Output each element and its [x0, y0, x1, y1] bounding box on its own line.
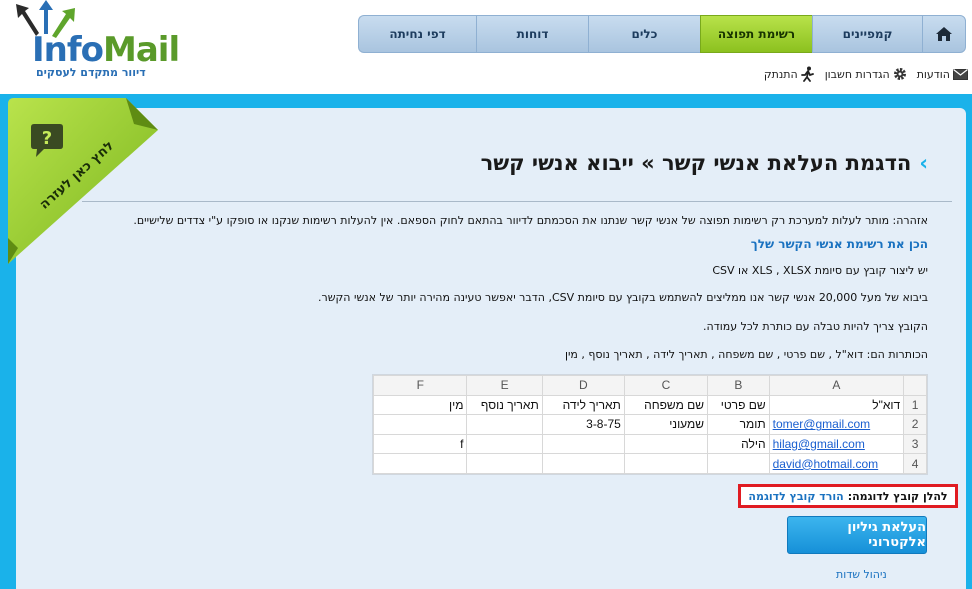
- download-sample-link[interactable]: הורד קובץ לדוגמה: [748, 490, 843, 503]
- tab-home[interactable]: [922, 15, 966, 53]
- cell-c4: [623, 453, 709, 474]
- gear-icon: [893, 68, 906, 80]
- cell-a2: tomer@gmail.com: [768, 414, 905, 435]
- page-title-text: הדגמת העלאת אנשי קשר » ייבוא אנשי קשר: [480, 151, 912, 175]
- cell-e3: [466, 433, 543, 455]
- cell-d4: [541, 453, 625, 474]
- col-letter-b: B: [707, 375, 770, 396]
- cell-d3: [541, 433, 625, 455]
- sample-spreadsheet-table: F E D C B A מין תאריך נוסף תאריך לידה שם…: [372, 375, 927, 474]
- manage-fields-link[interactable]: ניהול שדות: [836, 568, 887, 581]
- instruction-csv-recommendation: ביבוא של מעל 20,000 אנשי קשר אנו ממליצים…: [318, 291, 928, 304]
- envelope-icon: [953, 68, 968, 80]
- table-row: david@hotmail.com 4: [372, 453, 927, 474]
- row-number: 3: [903, 433, 927, 455]
- utility-links: הודעות הגדרות חשבון התנתק: [764, 66, 968, 82]
- col-letter-f: F: [372, 375, 468, 396]
- warning-text: אזהרה: מותר לעלות למערכת רק רשימות תפוצה…: [133, 214, 928, 227]
- chevron-left-icon: ›: [919, 151, 928, 175]
- account-settings-link[interactable]: הגדרות חשבון: [825, 67, 907, 81]
- row-number: 2: [903, 414, 927, 435]
- tab-mailing-list[interactable]: רשימת תפוצה: [700, 15, 812, 53]
- logo-word-info: Info: [32, 30, 104, 70]
- exit-running-icon: [800, 66, 814, 82]
- logo-word-mail: Mail: [103, 30, 180, 70]
- sample-file-label: להלן קובץ לדוגמה:: [847, 489, 948, 503]
- account-settings-label: הגדרות חשבון: [824, 67, 890, 81]
- table-row: מין תאריך נוסף תאריך לידה שם משפחה שם פר…: [372, 394, 927, 416]
- cell-a1: דוא"ל: [768, 394, 905, 416]
- cell-f1: מין: [372, 394, 468, 416]
- logout-label: התנתק: [763, 67, 798, 81]
- question-bubble-icon: ?: [31, 124, 63, 157]
- messages-label: הודעות: [916, 67, 950, 81]
- main-nav: קמפיינים רשימת תפוצה כלים דוחות דפי נחית…: [358, 15, 966, 53]
- title-divider: [82, 201, 952, 202]
- sample-file-box: להלן קובץ לדוגמה: הורד קובץ לדוגמה: [738, 484, 958, 508]
- cell-e2: [466, 414, 543, 435]
- cell-d1: תאריך לידה: [541, 394, 625, 416]
- tab-reports[interactable]: דוחות: [476, 15, 588, 53]
- row-number: 1: [903, 394, 927, 416]
- logo-tagline: דיוור מתקדם לעסקים: [36, 66, 146, 79]
- instruction-table-header: הקובץ צריך להיות טבלה עם כותרת לכל עמודה…: [703, 320, 928, 333]
- cell-f3: f: [372, 433, 468, 455]
- cell-b1: שם פרטי: [707, 394, 770, 416]
- sheet-corner: [903, 375, 927, 396]
- page-title: › הדגמת העלאת אנשי קשר » ייבוא אנשי קשר: [481, 151, 928, 175]
- col-letter-e: E: [466, 375, 543, 396]
- cell-b4: [707, 453, 770, 474]
- sample-spreadsheet-image: F E D C B A מין תאריך נוסף תאריך לידה שם…: [372, 374, 928, 475]
- column-letters-row: F E D C B A: [372, 375, 927, 396]
- tab-tools[interactable]: כלים: [588, 15, 700, 53]
- table-row: 3-8-75 שמעוני תומר tomer@gmail.com 2: [372, 414, 927, 435]
- instruction-column-titles: הכותרות הם: דוא"ל , שם פרטי , שם משפחה ,…: [564, 348, 928, 361]
- cell-a3: hilag@gmail.com: [768, 433, 905, 455]
- tab-landing-pages[interactable]: דפי נחיתה: [358, 15, 476, 53]
- table-row: f הילה hilag@gmail.com 3: [372, 433, 927, 455]
- cell-f2: [372, 414, 468, 435]
- header: InfoMail דיוור מתקדם לעסקים קמפיינים רשי…: [0, 0, 972, 94]
- svg-text:?: ?: [42, 128, 52, 149]
- col-letter-c: C: [623, 375, 709, 396]
- logo-wordmark: InfoMail: [32, 30, 180, 70]
- section-heading: הכן את רשימת אנשי הקשר שלך: [750, 237, 928, 251]
- content-panel: › הדגמת העלאת אנשי קשר » ייבוא אנשי קשר א…: [16, 108, 966, 589]
- cell-b2: תומר: [707, 414, 770, 435]
- instruction-file-types: יש ליצור קובץ עם סיומת XLS , XLSX או CSV: [712, 264, 928, 277]
- upload-spreadsheet-button[interactable]: העלאת גיליון אלקטרוני: [787, 516, 927, 554]
- home-icon: [936, 27, 952, 41]
- logout-link[interactable]: התנתק: [764, 66, 815, 82]
- cell-a4: david@hotmail.com: [768, 453, 905, 474]
- cell-b3: הילה: [707, 433, 770, 455]
- col-letter-d: D: [541, 375, 625, 396]
- messages-link[interactable]: הודעות: [917, 68, 968, 81]
- row-number: 4: [903, 453, 927, 474]
- cell-c1: שם משפחה: [623, 394, 709, 416]
- cell-d2: 3-8-75: [541, 414, 625, 435]
- tab-campaigns[interactable]: קמפיינים: [812, 15, 922, 53]
- cell-e4: [466, 453, 543, 474]
- cell-e1: תאריך נוסף: [466, 394, 543, 416]
- help-ribbon[interactable]: ? לחץ כאן לעזרה: [8, 98, 158, 264]
- logo[interactable]: InfoMail דיוור מתקדם לעסקים: [14, 0, 180, 86]
- col-letter-a: A: [768, 375, 905, 396]
- cell-c3: [623, 433, 709, 455]
- cell-f4: [372, 453, 468, 474]
- cell-c2: שמעוני: [623, 414, 709, 435]
